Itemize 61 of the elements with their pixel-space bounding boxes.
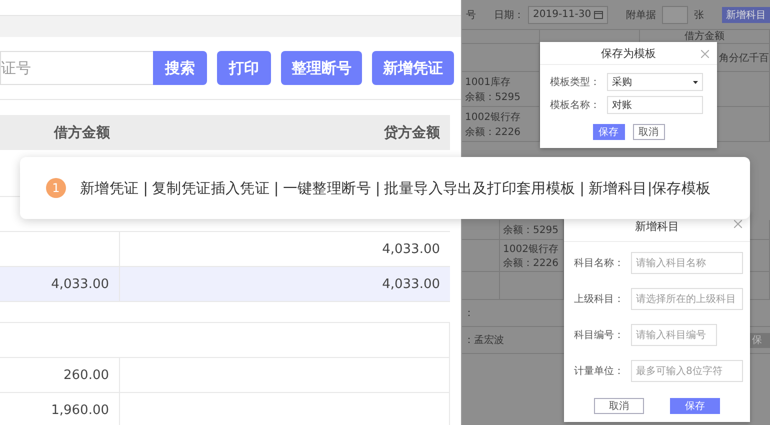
field-label: 科目名称：	[574, 256, 625, 270]
add-subject-button[interactable]: 新增科目	[722, 6, 770, 22]
table-cell-text: 4,033.00	[381, 240, 441, 258]
account-name: 1002银行存	[503, 243, 560, 256]
input-field[interactable]: 请输入科目名称	[631, 252, 743, 274]
calendar-icon	[594, 10, 604, 19]
attachments-unit: 张	[694, 8, 704, 22]
dialog-button[interactable]: 取消	[594, 398, 644, 414]
search-button[interactable]: 搜索	[153, 51, 207, 85]
field-label: 模板名称：	[550, 98, 601, 112]
caret-icon	[693, 80, 698, 84]
toolbar-button[interactable]: 新增凭证	[372, 51, 454, 85]
column-header: 亿	[739, 52, 749, 64]
template-type-select[interactable]: 采购	[607, 73, 703, 91]
voucher-number-label: 号	[466, 8, 476, 22]
close-icon[interactable]	[734, 220, 742, 228]
date-field[interactable]: 2019-11-30	[528, 6, 608, 24]
column-header: 贷方金额	[383, 124, 441, 142]
field-label: 上级科目：	[574, 292, 625, 306]
field-label: 模板类型：	[550, 76, 601, 89]
footer-label: ：	[464, 307, 474, 320]
search-field[interactable]: 证号	[0, 51, 153, 85]
dialog-button[interactable]: 保存	[670, 398, 720, 414]
toolbar-button[interactable]: 整理断号	[280, 51, 362, 85]
column-header: 借方金额	[52, 124, 111, 142]
dialog-title: 保存为模板	[601, 46, 656, 60]
account-name: 1002银行存	[465, 110, 522, 124]
dialog-button[interactable]: 保存	[592, 124, 624, 140]
close-icon[interactable]	[701, 50, 709, 58]
account-name: 1001库存	[465, 76, 512, 88]
table-cell: 4,033.00	[0, 267, 120, 301]
tip-text: 新增凭证 | 复制凭证插入凭证 | 一键整理断号 | 批量导入导出及打印套用模板 | 新增科目|保存模板	[80, 180, 711, 198]
table-cell	[462, 272, 500, 300]
table-cell-text: 4,033.00	[381, 276, 441, 294]
table-cell: 1,960.00	[0, 393, 120, 425]
input-field[interactable]: 请输入科目编号	[631, 324, 717, 346]
balance-text: 余额：5295	[465, 90, 522, 104]
balance-text: 余额：5295	[503, 224, 560, 236]
footer-label: ：孟宏波	[464, 334, 504, 347]
balance-text: 余额：2226	[503, 256, 560, 270]
attachments-field[interactable]	[662, 6, 688, 24]
table-row[interactable]: 4,033.00 4,033.00	[0, 267, 450, 302]
dialog-button[interactable]: 取消	[632, 124, 664, 140]
input-field[interactable]: 请选择所在的上级科目	[631, 288, 743, 310]
field-label: 计量单位：	[574, 364, 625, 378]
column-header: 千	[749, 52, 759, 64]
table-cell: 260.00	[0, 358, 120, 392]
input-field[interactable]: 最多可输入8位字符	[631, 360, 743, 382]
date-label: 日期：	[494, 8, 524, 22]
column-header: 百	[759, 52, 769, 64]
column-header: 角	[719, 52, 729, 64]
table-row[interactable]: 4,033.00	[0, 232, 450, 267]
template-name-field[interactable]: 对账	[607, 96, 703, 114]
toolbar-button[interactable]: 打印	[217, 51, 271, 85]
step-number: 1	[46, 178, 66, 198]
field-label: 科目编号：	[574, 328, 625, 342]
column-header: 借方金额	[684, 32, 726, 42]
dialog-title: 新增科目	[635, 219, 679, 234]
attachments-label: 附单据	[626, 8, 656, 22]
column-header: 分	[729, 52, 739, 64]
balance-text: 余额：2226	[465, 126, 522, 138]
